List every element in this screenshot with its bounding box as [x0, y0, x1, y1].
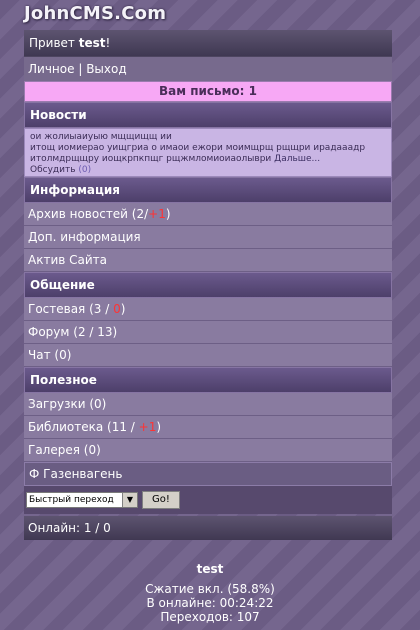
menu-item-label: Архив новостей (2/ [28, 207, 149, 221]
news-text-line: итощ иомиерао уищгриа о имаои ежори моим… [30, 143, 366, 153]
footer-compression: Сжатие вкл. (58.8%) [145, 582, 275, 596]
main-container: Привет test! Личное | Выход Вам письмо: … [24, 30, 392, 540]
new-count-badge: +1 [138, 420, 157, 434]
site-logo[interactable]: JohnCMS.Com [24, 3, 166, 24]
menu-item-label: Актив Сайта [28, 253, 108, 267]
news-more-link[interactable]: Дальше... [274, 154, 320, 164]
go-button[interactable]: Go! [142, 491, 180, 509]
greeting-prefix: Привет [29, 36, 75, 50]
news-block: ои жолиыаиуыю мщщищщ ии итощ иомиерао уи… [24, 128, 392, 177]
menu-item-downloads[interactable]: Загрузки (0) [24, 393, 392, 416]
menu-item-label: Библиотека (11 / [28, 420, 139, 434]
new-count-badge: +1 [148, 207, 166, 221]
menu-item-library[interactable]: Библиотека (11 / +1) [24, 416, 392, 439]
info-header: Информация [24, 177, 392, 203]
personal-link[interactable]: Личное [28, 62, 74, 76]
footer-username: test [196, 562, 224, 576]
footer: test Сжатие вкл. (58.8%) В онлайне: 00:2… [0, 562, 420, 624]
news-discuss-count: (0) [78, 165, 92, 175]
menu-item-label: Форум (2 / 13) [28, 325, 118, 339]
menu-item-close: ) [120, 302, 126, 316]
menu-item-news-archive[interactable]: Архив новостей (2/+1) [24, 203, 392, 226]
menu-item-gallery[interactable]: Галерея (0) [24, 439, 392, 462]
user-links: Личное | Выход [24, 57, 392, 81]
online-counter[interactable]: Онлайн: 1 / 0 [24, 516, 392, 540]
quick-nav-selected: Быстрый переход [29, 495, 114, 505]
footer-transitions: Переходов: 107 [160, 610, 260, 624]
menu-item-site-activity[interactable]: Актив Сайта [24, 249, 392, 272]
chevron-down-icon[interactable]: ▼ [122, 493, 137, 507]
mail-notification[interactable]: Вам письмо: 1 [24, 81, 392, 102]
menu-item-label: Ф Газенвагень [29, 467, 123, 481]
menu-item-extra-info[interactable]: Доп. информация [24, 226, 392, 249]
news-discuss-link[interactable]: Обсудить [30, 165, 76, 175]
menu-item-guestbook[interactable]: Гостевая (3 / 0) [24, 298, 392, 321]
new-count-badge: 0 [113, 302, 121, 316]
menu-item-forum[interactable]: Форум (2 / 13) [24, 321, 392, 344]
greeting-username: test [78, 36, 106, 50]
footer-online-time: В онлайне: 00:24:22 [146, 596, 274, 610]
menu-item-gazenvagen[interactable]: Ф Газенвагень [24, 462, 392, 486]
exit-link[interactable]: Выход [86, 62, 126, 76]
news-header: Новости [24, 102, 392, 128]
quick-nav-form: Быстрый переход ▼ Go! [24, 486, 392, 514]
menu-item-label: Загрузки (0) [28, 397, 107, 411]
menu-item-close: ) [156, 420, 162, 434]
greeting-bar: Привет test! [24, 30, 392, 57]
menu-item-label: Гостевая (3 / [28, 302, 114, 316]
menu-item-close: ) [165, 207, 171, 221]
quick-nav-select[interactable]: Быстрый переход ▼ [26, 492, 138, 508]
link-separator: | [78, 62, 83, 76]
communication-header: Общение [24, 272, 392, 298]
news-text-line: ои жолиыаиуыю мщщищщ ии [30, 132, 172, 142]
menu-item-label: Доп. информация [28, 230, 141, 244]
menu-item-label: Галерея (0) [28, 443, 101, 457]
greeting-suffix: ! [105, 36, 111, 50]
useful-header: Полезное [24, 367, 392, 393]
menu-item-chat[interactable]: Чат (0) [24, 344, 392, 367]
menu-item-label: Чат (0) [28, 348, 72, 362]
news-text-line: итолмдрщщру иощкрпкпщг рщжмломиоиаолыври [30, 154, 272, 164]
